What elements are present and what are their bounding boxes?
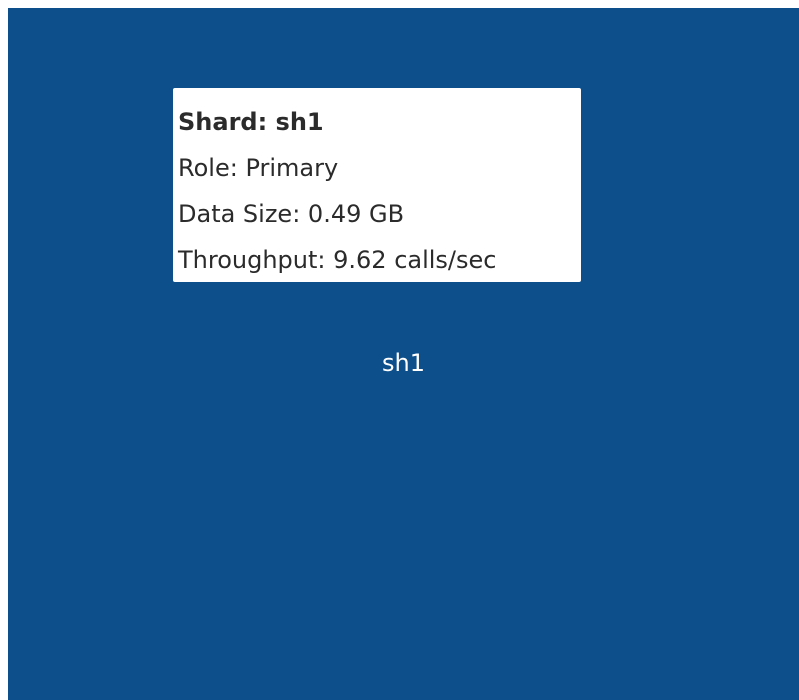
- tooltip-throughput-label: Throughput:: [178, 246, 334, 274]
- tooltip-size-value: 0.49 GB: [307, 200, 405, 228]
- tooltip-role-value: Primary: [245, 154, 339, 182]
- tooltip-throughput-value: 9.62 calls/sec: [333, 246, 497, 274]
- tile-label: sh1: [382, 349, 425, 377]
- tooltip-title-prefix: Shard:: [178, 108, 276, 136]
- tooltip-role-line: Role: Primary: [178, 145, 576, 191]
- tooltip-title: Shard: sh1: [178, 99, 576, 145]
- tooltip-throughput-line: Throughput: 9.62 calls/sec: [178, 237, 576, 283]
- tooltip-role-label: Role:: [178, 154, 246, 182]
- tooltip-title-value: sh1: [275, 108, 324, 136]
- shard-tooltip: Shard: sh1 Role: Primary Data Size: 0.49…: [173, 88, 581, 282]
- tooltip-size-label: Data Size:: [178, 200, 308, 228]
- tooltip-size-line: Data Size: 0.49 GB: [178, 191, 576, 237]
